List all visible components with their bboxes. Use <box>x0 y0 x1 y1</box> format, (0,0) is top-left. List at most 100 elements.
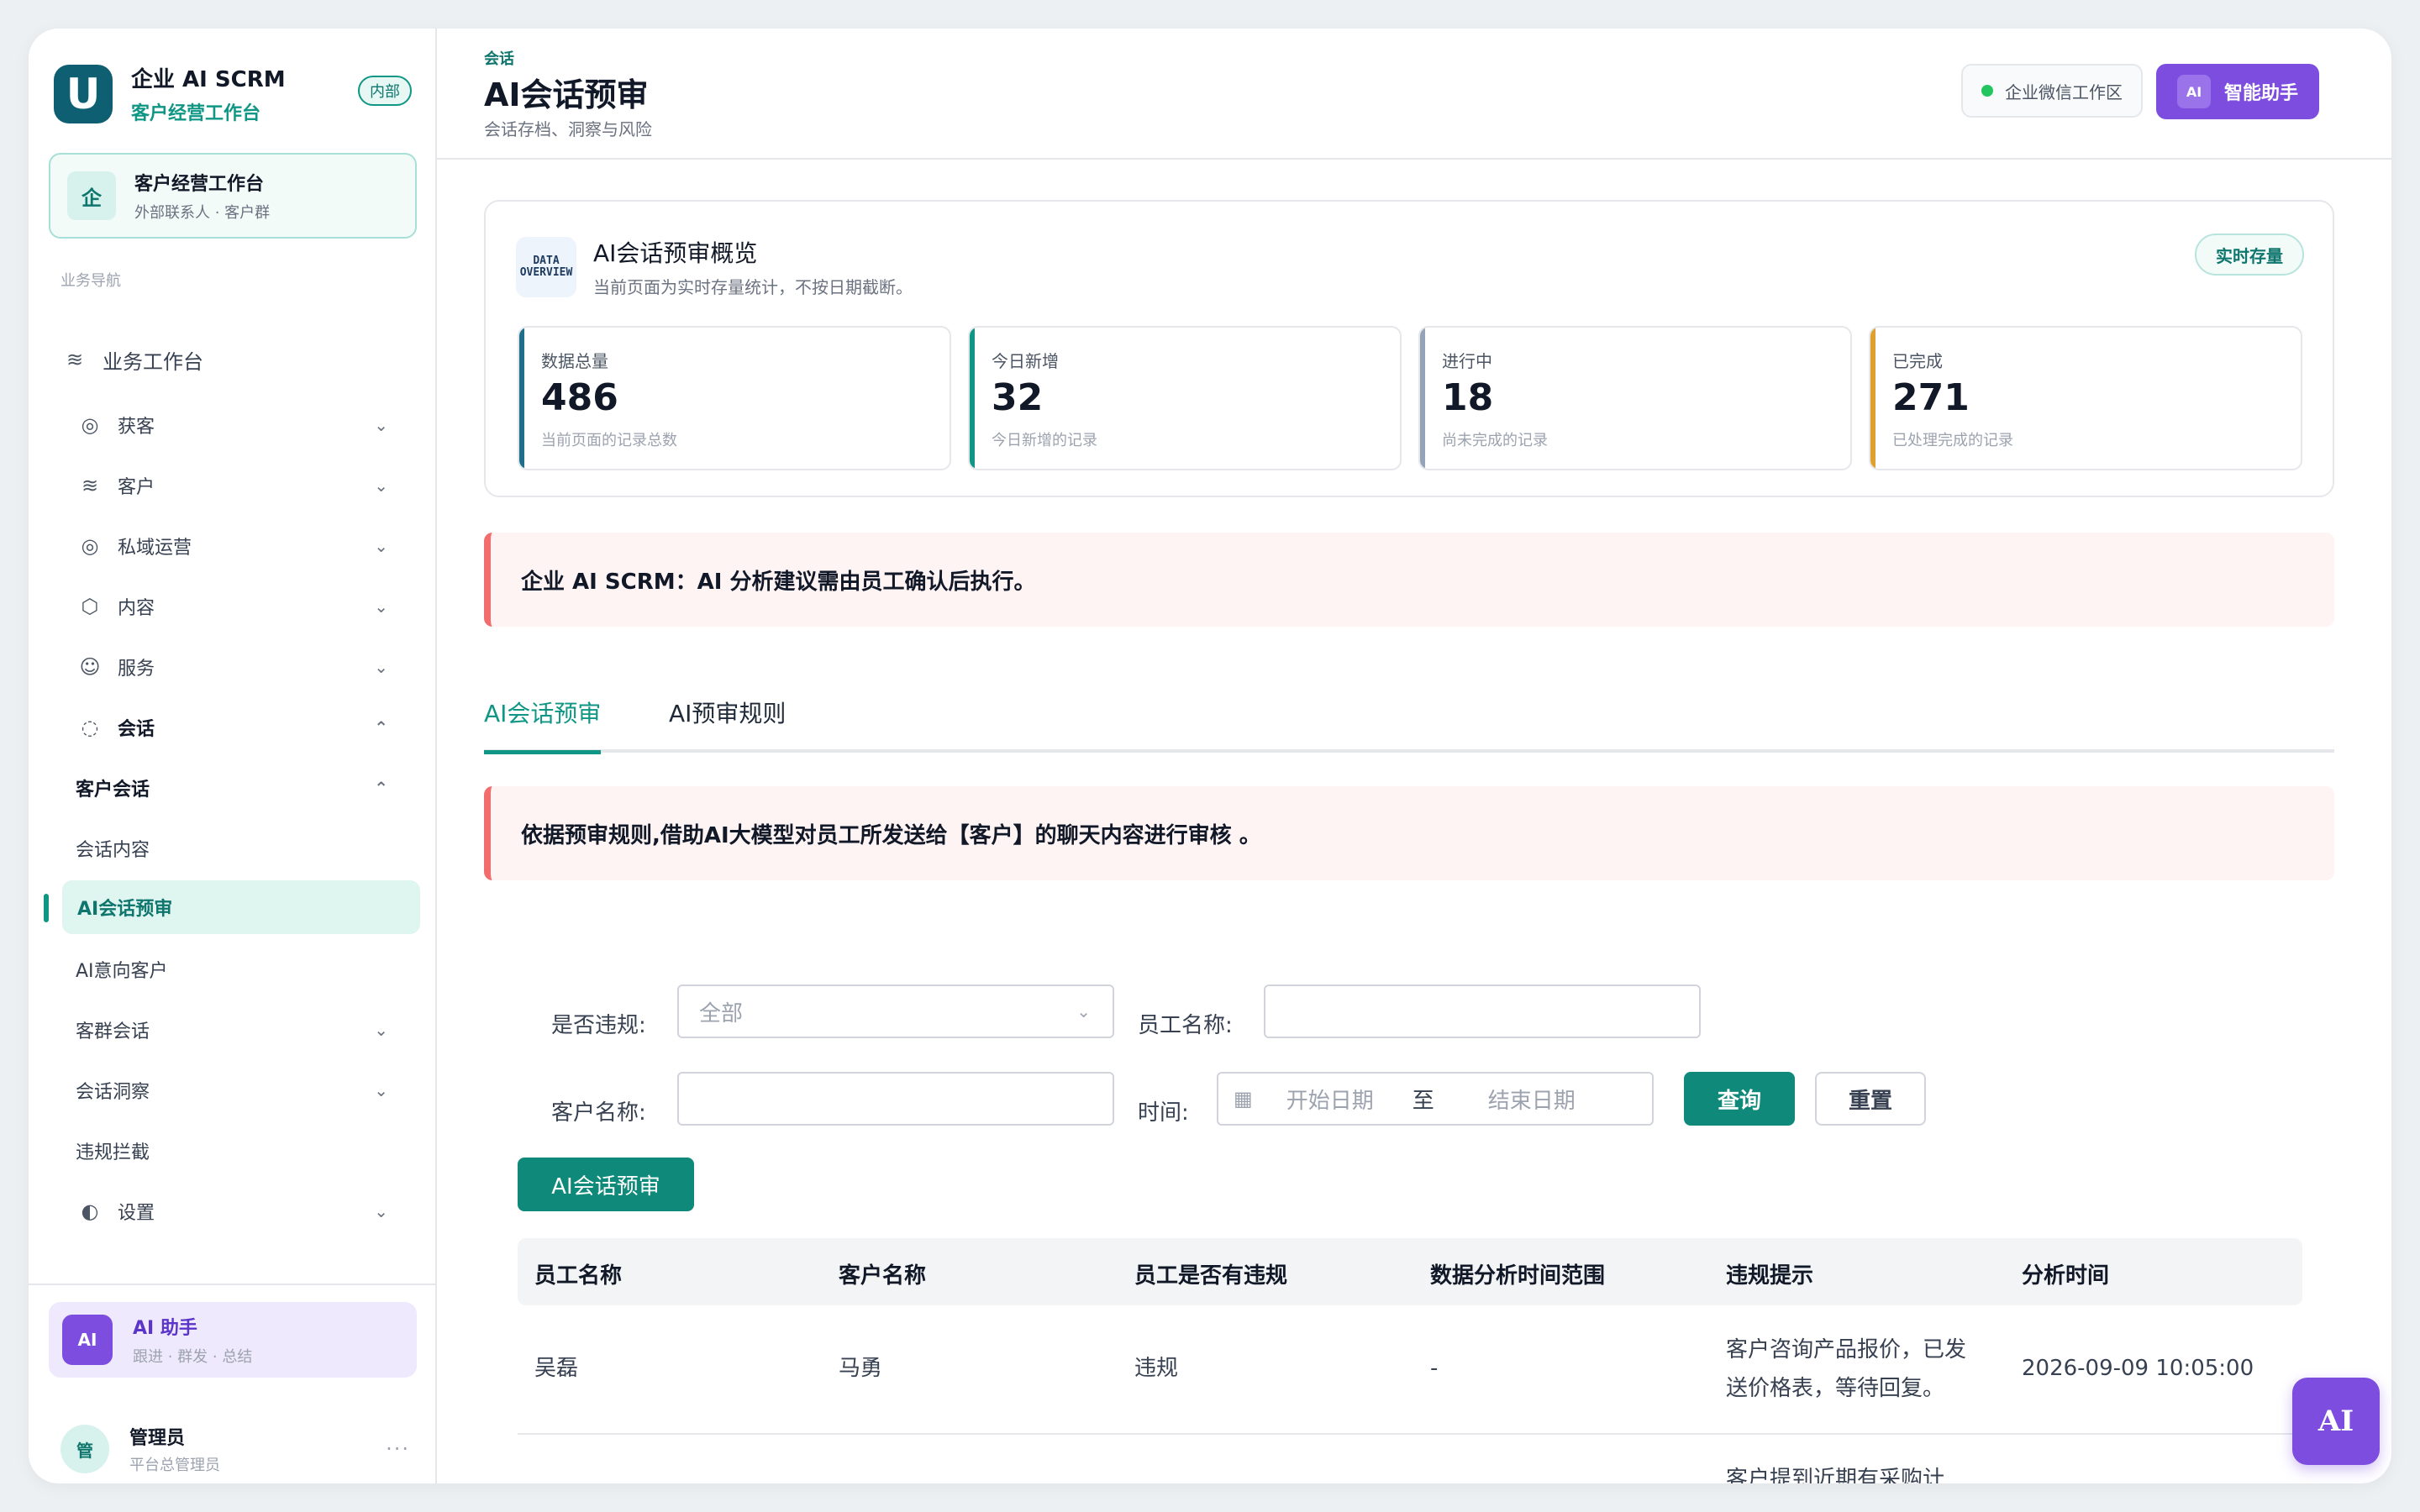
layers-icon: ≋ <box>81 474 99 497</box>
col-range: 数据分析时间范围 <box>1430 1263 1606 1289</box>
stat-label: 今日新增 <box>992 351 1059 371</box>
ai-assistant-card[interactable]: AI AI 助手 跟进 · 群发 · 总结 <box>49 1302 417 1378</box>
sidebar-item-label: 客户会话 <box>76 780 150 801</box>
customer-name-input[interactable] <box>677 1072 1114 1126</box>
page-subtitle: 会话存档、洞察与风险 <box>484 119 652 139</box>
tab-bar: AI会话预审 AI预审规则 <box>484 672 2334 754</box>
col-employee: 员工名称 <box>534 1263 623 1289</box>
sidebar-item-label: 业务工作台 <box>103 349 203 374</box>
chevron-down-icon: ⌄ <box>374 596 388 617</box>
stat-card-in-progress: 进行中 18 尚未完成的记录 <box>1418 326 1852 470</box>
col-time: 分析时间 <box>2022 1263 2110 1289</box>
overview-title: AI会话预审概览 <box>593 239 758 267</box>
sidebar-item-label: 客群会话 <box>76 1021 150 1042</box>
query-button[interactable]: 查询 <box>1684 1072 1795 1126</box>
sidebar-item-label: 违规拦截 <box>76 1142 150 1163</box>
wecom-workspace-button[interactable]: 企业微信工作区 <box>1961 64 2143 118</box>
sidebar-item-group-chat[interactable]: 客群会话 ⌄ <box>60 1003 413 1057</box>
stat-value: 32 <box>992 376 1044 419</box>
table-row[interactable]: 客户提到近期有采购计 <box>518 1435 2302 1483</box>
sidebar-item-content[interactable]: ⬡ 内容 ⌄ <box>60 580 413 633</box>
tab-ai-rules[interactable]: AI预审规则 <box>669 696 786 749</box>
col-violation: 员工是否有违规 <box>1134 1263 1288 1289</box>
data-overview-icon-line1: DATA <box>533 254 560 267</box>
stat-accent-bar <box>970 328 975 469</box>
chevron-down-icon: ⌄ <box>374 1020 388 1040</box>
cell-violation: 违规 <box>1134 1356 1179 1381</box>
wecom-workspace-label: 企业微信工作区 <box>2005 81 2123 102</box>
sidebar-item-conversation[interactable]: ◌ 会话 ⌃ <box>60 701 413 754</box>
user-profile[interactable]: 管 管理员 平台总管理员 ··· <box>60 1423 430 1475</box>
range-separator: 至 <box>1412 1088 1434 1114</box>
col-customer: 客户名称 <box>839 1263 927 1289</box>
sidebar-item-customer-chat[interactable]: 客户会话 ⌃ <box>60 761 413 815</box>
sidebar-item-chat-content[interactable]: 会话内容 <box>60 822 413 875</box>
chevron-down-icon: ⌄ <box>374 536 388 556</box>
violation-select[interactable]: 全部 ⌄ <box>677 984 1114 1038</box>
cell-hint-line2: 送价格表，等待回复。 <box>1726 1376 1945 1401</box>
sidebar-item-label: AI会话预审 <box>77 899 173 920</box>
reset-button[interactable]: 重置 <box>1815 1072 1926 1126</box>
chevron-down-icon: ⌄ <box>1076 1001 1091 1021</box>
sidebar-item-acquire[interactable]: ◎ 获客 ⌄ <box>60 398 413 452</box>
stat-value: 18 <box>1442 376 1494 419</box>
cell-hint: 客户咨询产品报价，已发 送价格表，等待回复。 <box>1726 1331 1966 1408</box>
start-date-placeholder[interactable]: 开始日期 <box>1286 1084 1374 1115</box>
ai-review-run-button[interactable]: AI会话预审 <box>518 1158 694 1211</box>
cell-hint-line1: 客户提到近期有采购计 <box>1726 1467 1945 1483</box>
time-filter-label: 时间: <box>1138 1100 1189 1126</box>
stat-card-completed: 已完成 271 已处理完成的记录 <box>1869 326 2302 470</box>
app-window: U 企业 AI SCRM 客户经营工作台 内部 企 客户经营工作台 外部联系人 … <box>29 29 2391 1483</box>
workspace-card[interactable]: 企 客户经营工作台 外部联系人 · 客户群 <box>49 153 417 239</box>
user-name: 管理员 <box>129 1428 186 1449</box>
brand[interactable]: U 企业 AI SCRM 客户经营工作台 <box>54 62 286 125</box>
main-content: 会话 AI会话预审 会话存档、洞察与风险 企业微信工作区 AI 智能助手 DAT… <box>437 29 2391 1483</box>
tab-ai-review[interactable]: AI会话预审 <box>484 696 602 754</box>
realtime-tag: 实时存量 <box>2195 234 2304 276</box>
stat-note: 尚未完成的记录 <box>1442 432 1548 449</box>
data-overview-icon: DATA OVERVIEW <box>516 237 576 297</box>
cell-employee: 吴磊 <box>534 1356 579 1381</box>
sidebar-item-label: 内容 <box>118 598 155 619</box>
customer-filter-label: 客户名称: <box>551 1100 646 1126</box>
ai-floating-button[interactable]: AI <box>2292 1378 2380 1465</box>
end-date-placeholder[interactable]: 结束日期 <box>1488 1084 1576 1115</box>
overview-subtitle: 当前页面为实时存量统计，不按日期截断。 <box>593 277 913 297</box>
gear-icon: ◐ <box>81 1200 99 1223</box>
employee-name-input[interactable] <box>1264 984 1701 1038</box>
sidebar-item-label: AI意向客户 <box>76 961 168 982</box>
sidebar-item-customer[interactable]: ≋ 客户 ⌄ <box>60 459 413 512</box>
smart-assistant-button[interactable]: AI 智能助手 <box>2156 64 2319 119</box>
sidebar-item-violation-block[interactable]: 违规拦截 <box>60 1124 413 1178</box>
stat-card-new-today: 今日新增 32 今日新增的记录 <box>968 326 1402 470</box>
sidebar-item-private-ops[interactable]: ◎ 私域运营 ⌄ <box>60 519 413 573</box>
sidebar-item-service[interactable]: ☺ 服务 ⌄ <box>60 640 413 694</box>
chevron-down-icon: ⌄ <box>374 475 388 496</box>
sidebar-item-ai-review[interactable]: AI会话预审 <box>62 880 420 934</box>
data-overview-icon-line2: OVERVIEW <box>519 266 573 279</box>
more-icon[interactable]: ··· <box>386 1437 410 1461</box>
ai-badge-icon: AI <box>62 1315 113 1365</box>
page-title: AI会话预审 <box>484 76 649 113</box>
chevron-up-icon: ⌃ <box>374 778 388 798</box>
table-row[interactable]: 吴磊 马勇 违规 - 客户咨询产品报价，已发 送价格表，等待回复。 2026-0… <box>518 1305 2302 1435</box>
sidebar-item-settings[interactable]: ◐ 设置 ⌄ <box>60 1184 413 1238</box>
breadcrumb[interactable]: 会话 <box>484 47 514 69</box>
sidebar-item-chat-insight[interactable]: 会话洞察 ⌄ <box>60 1063 413 1117</box>
sidebar-item-ai-intent[interactable]: AI意向客户 <box>60 942 413 996</box>
sidebar-item-label: 客户 <box>118 477 155 498</box>
stat-accent-bar <box>519 328 524 469</box>
cell-hint-line1: 客户咨询产品报价，已发 <box>1726 1337 1967 1362</box>
target-icon: ◎ <box>81 534 99 558</box>
ai-mini-icon: AI <box>2176 75 2211 108</box>
chat-icon: ◌ <box>81 716 99 739</box>
calendar-icon: ▦ <box>1234 1087 1253 1110</box>
date-range-picker[interactable]: ▦ 开始日期 至 结束日期 <box>1217 1072 1654 1126</box>
brand-title: 企业 AI SCRM <box>131 67 286 92</box>
workspace-icon: 企 <box>67 171 116 220</box>
stat-label: 数据总量 <box>541 351 608 371</box>
sidebar-item-workbench[interactable]: ≋ 业务工作台 <box>60 333 413 386</box>
page-header: 会话 AI会话预审 会话存档、洞察与风险 企业微信工作区 AI 智能助手 <box>437 29 2391 160</box>
table-header: 员工名称 客户名称 员工是否有违规 数据分析时间范围 违规提示 分析时间 <box>518 1238 2302 1305</box>
ai-notice-alert: 企业 AI SCRM：AI 分析建议需由员工确认后执行。 <box>484 533 2334 627</box>
